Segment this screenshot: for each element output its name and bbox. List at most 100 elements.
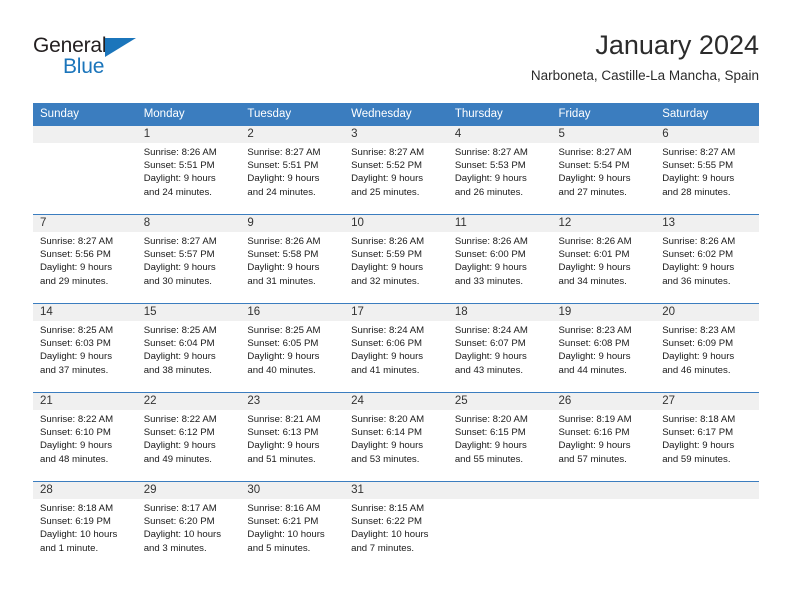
sunset-time: Sunset: 5:56 PM — [40, 249, 111, 261]
calendar-day-cell[interactable]: 1 Sunrise: 8:26 AM Sunset: 5:51 PM Daylight… — [136, 125, 241, 215]
calendar-day-cell[interactable]: 4 Sunrise: 8:27 AM Sunset: 5:53 PM Daylight… — [447, 125, 552, 215]
calendar-day-cell[interactable]: 13 Sunrise: 8:26 AM Sunset: 6:02 PM Dayligh… — [655, 214, 759, 304]
sunset-time: Sunset: 6:08 PM — [558, 338, 630, 350]
day-number: 25 — [447, 393, 552, 410]
daylight-duration-line2: and 49 minutes. — [143, 453, 212, 465]
day-details: Sunrise: 8:26 AM Sunset: 5:51 PM Daylight:… — [137, 143, 241, 199]
daylight-duration-line1: Daylight: 9 hours — [558, 173, 631, 185]
day-details: Sunrise: 8:27 AM Sunset: 5:54 PM Daylight:… — [552, 143, 656, 199]
sunset-time: Sunset: 6:15 PM — [454, 427, 526, 439]
sunrise-time: Sunrise: 8:27 AM — [247, 147, 321, 158]
sunrise-time: Sunrise: 8:15 AM — [351, 503, 425, 514]
calendar-week-row: 21 Sunrise: 8:22 AM Sunset: 6:10 PM Dayligh… — [33, 392, 759, 482]
calendar-cell-empty — [655, 481, 759, 570]
calendar-day-cell[interactable]: 24 Sunrise: 8:20 AM Sunset: 6:14 PM Dayligh… — [344, 392, 448, 482]
day-number: 28 — [33, 482, 137, 499]
calendar-day-cell[interactable]: 18 Sunrise: 8:24 AM Sunset: 6:07 PM Dayligh… — [447, 303, 552, 393]
daylight-duration-line2: and 46 minutes. — [662, 364, 731, 376]
sunrise-time: Sunrise: 8:21 AM — [247, 414, 321, 425]
daylight-duration-line2: and 28 minutes. — [662, 186, 731, 198]
brand-logo[interactable]: General Blue — [33, 34, 203, 90]
calendar-day-cell[interactable]: 8 Sunrise: 8:27 AM Sunset: 5:57 PM Daylight… — [136, 214, 241, 304]
sunset-time: Sunset: 6:00 PM — [454, 249, 526, 261]
calendar-body: 1 Sunrise: 8:26 AM Sunset: 5:51 PM Daylight… — [33, 125, 759, 570]
daylight-duration-line2: and 51 minutes. — [247, 453, 316, 465]
day-cell-inner: 7 Sunrise: 8:27 AM Sunset: 5:56 PM Daylight… — [33, 215, 137, 303]
day-cell-inner — [551, 482, 656, 570]
calendar-day-cell[interactable]: 20 Sunrise: 8:23 AM Sunset: 6:09 PM Dayligh… — [655, 303, 759, 393]
calendar-day-cell[interactable]: 14 Sunrise: 8:25 AM Sunset: 6:03 PM Dayligh… — [33, 303, 137, 393]
calendar-day-cell[interactable]: 5 Sunrise: 8:27 AM Sunset: 5:54 PM Daylight… — [551, 125, 656, 215]
calendar-day-cell[interactable]: 11 Sunrise: 8:26 AM Sunset: 6:00 PM Dayligh… — [447, 214, 552, 304]
day-number: 27 — [655, 393, 759, 410]
daylight-duration-line2: and 37 minutes. — [40, 364, 109, 376]
calendar-day-cell[interactable]: 23 Sunrise: 8:21 AM Sunset: 6:13 PM Dayligh… — [240, 392, 345, 482]
daylight-duration-line2: and 1 minute. — [40, 542, 99, 554]
daylight-duration-line1: Daylight: 10 hours — [143, 529, 222, 541]
sunrise-time: Sunrise: 8:27 AM — [454, 147, 528, 158]
daylight-duration-line2: and 7 minutes. — [351, 542, 415, 554]
daylight-duration-line2: and 40 minutes. — [247, 364, 316, 376]
day-details: Sunrise: 8:16 AM Sunset: 6:21 PM Daylight:… — [240, 499, 344, 555]
sunset-time: Sunset: 6:03 PM — [40, 338, 111, 350]
sunrise-time: Sunrise: 8:26 AM — [247, 236, 321, 247]
weekday-header-sunday: Sunday — [33, 103, 137, 126]
calendar-day-cell[interactable]: 27 Sunrise: 8:18 AM Sunset: 6:17 PM Dayligh… — [655, 392, 759, 482]
sunrise-time: Sunrise: 8:17 AM — [143, 503, 217, 514]
day-cell-inner: 19 Sunrise: 8:23 AM Sunset: 6:08 PM Dayligh… — [551, 304, 656, 392]
day-cell-inner: 14 Sunrise: 8:25 AM Sunset: 6:03 PM Dayligh… — [33, 304, 137, 392]
calendar-day-cell[interactable]: 10 Sunrise: 8:26 AM Sunset: 5:59 PM Dayligh… — [344, 214, 448, 304]
day-cell-inner: 1 Sunrise: 8:26 AM Sunset: 5:51 PM Daylight… — [136, 126, 241, 214]
calendar-day-cell[interactable]: 26 Sunrise: 8:19 AM Sunset: 6:16 PM Dayligh… — [551, 392, 656, 482]
sunrise-time: Sunrise: 8:24 AM — [454, 325, 528, 336]
day-number: 26 — [551, 393, 656, 410]
calendar-day-cell[interactable]: 7 Sunrise: 8:27 AM Sunset: 5:56 PM Daylight… — [33, 214, 137, 304]
sunrise-time: Sunrise: 8:27 AM — [662, 147, 736, 158]
calendar-day-cell[interactable]: 22 Sunrise: 8:22 AM Sunset: 6:12 PM Dayligh… — [136, 392, 241, 482]
day-details: Sunrise: 8:18 AM Sunset: 6:19 PM Daylight:… — [33, 499, 137, 555]
calendar-day-cell[interactable]: 9 Sunrise: 8:26 AM Sunset: 5:58 PM Daylight… — [240, 214, 345, 304]
calendar-day-cell[interactable]: 29 Sunrise: 8:17 AM Sunset: 6:20 PM Dayligh… — [136, 481, 241, 570]
daylight-duration-line1: Daylight: 9 hours — [247, 262, 320, 274]
daylight-duration-line1: Daylight: 9 hours — [40, 440, 112, 452]
weekday-header-thursday: Thursday — [447, 103, 552, 126]
daylight-duration-line1: Daylight: 9 hours — [454, 173, 527, 185]
daylight-duration-line2: and 24 minutes. — [247, 186, 316, 198]
day-cell-inner: 31 Sunrise: 8:15 AM Sunset: 6:22 PM Dayligh… — [344, 482, 448, 570]
day-details: Sunrise: 8:26 AM Sunset: 6:00 PM Daylight:… — [448, 232, 552, 288]
day-number — [551, 482, 656, 499]
day-details: Sunrise: 8:22 AM Sunset: 6:10 PM Daylight:… — [33, 410, 137, 466]
sunrise-time: Sunrise: 8:26 AM — [662, 236, 736, 247]
day-number — [655, 482, 759, 499]
day-details: Sunrise: 8:21 AM Sunset: 6:13 PM Daylight:… — [240, 410, 344, 466]
sunset-time: Sunset: 6:19 PM — [40, 516, 111, 528]
calendar-day-cell[interactable]: 2 Sunrise: 8:27 AM Sunset: 5:51 PM Daylight… — [240, 125, 345, 215]
calendar-week-row: 1 Sunrise: 8:26 AM Sunset: 5:51 PM Daylight… — [33, 125, 759, 215]
sunset-time: Sunset: 5:51 PM — [143, 160, 215, 172]
calendar-day-cell[interactable]: 3 Sunrise: 8:27 AM Sunset: 5:52 PM Daylight… — [344, 125, 448, 215]
calendar-day-cell[interactable]: 21 Sunrise: 8:22 AM Sunset: 6:10 PM Dayligh… — [33, 392, 137, 482]
calendar-day-cell[interactable]: 19 Sunrise: 8:23 AM Sunset: 6:08 PM Dayligh… — [551, 303, 656, 393]
day-cell-inner: 15 Sunrise: 8:25 AM Sunset: 6:04 PM Dayligh… — [136, 304, 241, 392]
calendar-day-cell[interactable]: 16 Sunrise: 8:25 AM Sunset: 6:05 PM Dayligh… — [240, 303, 345, 393]
sunset-time: Sunset: 5:51 PM — [247, 160, 319, 172]
daylight-duration-line1: Daylight: 9 hours — [558, 440, 631, 452]
day-details: Sunrise: 8:20 AM Sunset: 6:15 PM Daylight:… — [448, 410, 552, 466]
day-details: Sunrise: 8:23 AM Sunset: 6:09 PM Daylight:… — [655, 321, 759, 377]
calendar-day-cell[interactable]: 25 Sunrise: 8:20 AM Sunset: 6:15 PM Dayligh… — [447, 392, 552, 482]
calendar-day-cell[interactable]: 31 Sunrise: 8:15 AM Sunset: 6:22 PM Dayligh… — [344, 481, 448, 570]
day-details: Sunrise: 8:23 AM Sunset: 6:08 PM Daylight:… — [552, 321, 656, 377]
calendar-day-cell[interactable]: 17 Sunrise: 8:24 AM Sunset: 6:06 PM Dayligh… — [344, 303, 448, 393]
calendar-day-cell[interactable]: 28 Sunrise: 8:18 AM Sunset: 6:19 PM Dayligh… — [33, 481, 137, 570]
sunset-time: Sunset: 5:53 PM — [454, 160, 526, 172]
sunrise-time: Sunrise: 8:26 AM — [558, 236, 632, 247]
calendar-day-cell[interactable]: 30 Sunrise: 8:16 AM Sunset: 6:21 PM Dayligh… — [240, 481, 345, 570]
day-details: Sunrise: 8:25 AM Sunset: 6:03 PM Daylight:… — [33, 321, 137, 377]
day-number: 29 — [136, 482, 241, 499]
calendar-day-cell[interactable]: 15 Sunrise: 8:25 AM Sunset: 6:04 PM Dayligh… — [136, 303, 241, 393]
weekday-header-monday: Monday — [136, 103, 241, 126]
day-details: Sunrise: 8:18 AM Sunset: 6:17 PM Daylight:… — [655, 410, 759, 466]
calendar-day-cell[interactable]: 6 Sunrise: 8:27 AM Sunset: 5:55 PM Daylight… — [655, 125, 759, 215]
daylight-duration-line2: and 59 minutes. — [662, 453, 731, 465]
calendar-day-cell[interactable]: 12 Sunrise: 8:26 AM Sunset: 6:01 PM Dayligh… — [551, 214, 656, 304]
